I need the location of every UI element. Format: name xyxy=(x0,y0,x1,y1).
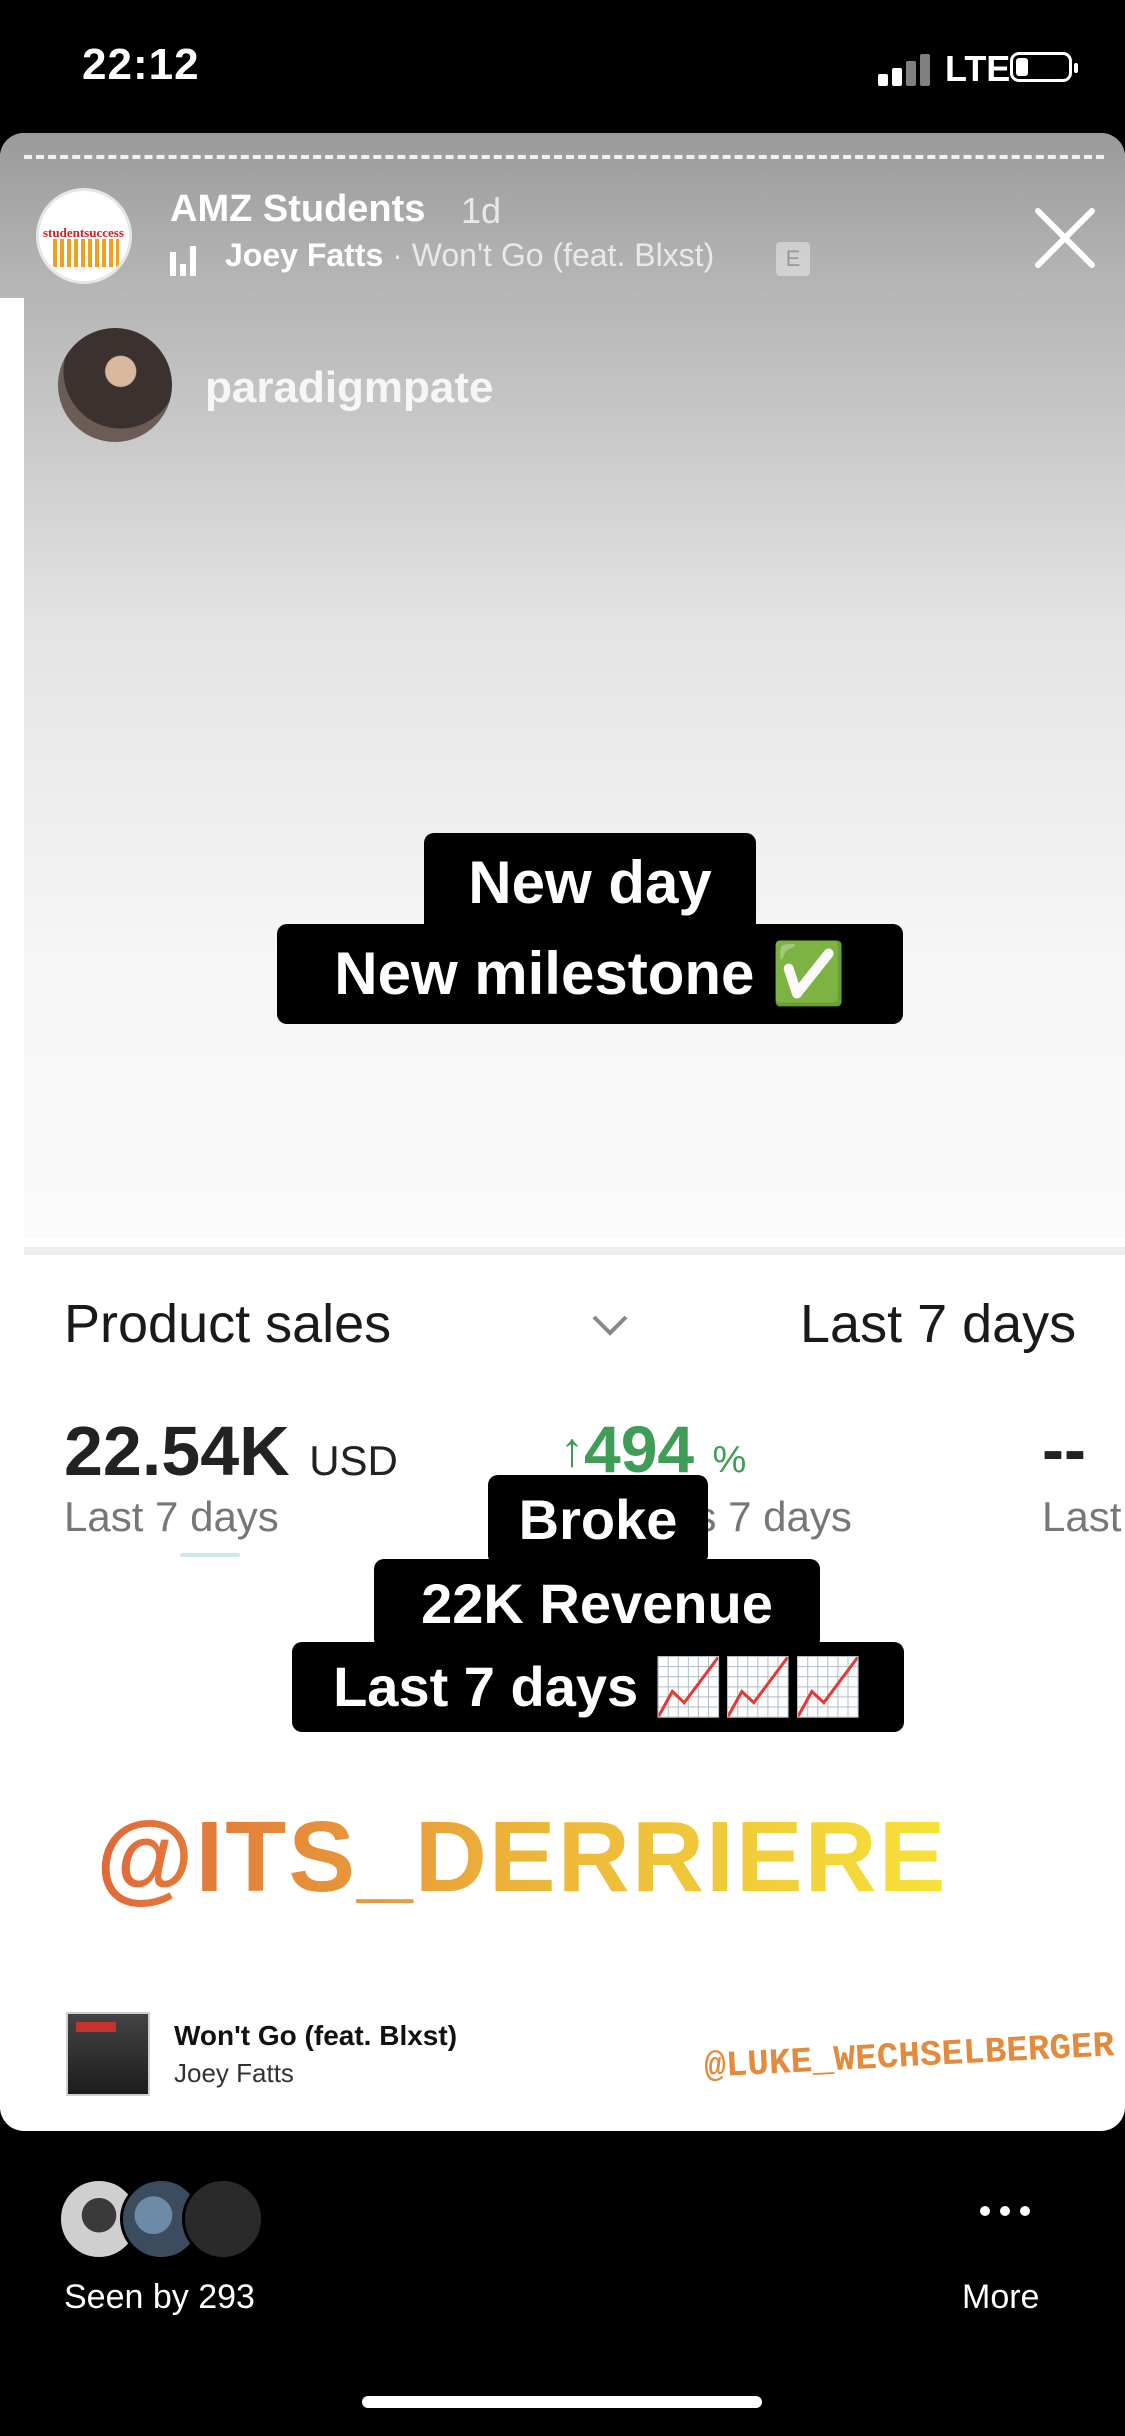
seen-by-count[interactable]: Seen by 293 xyxy=(64,2278,255,2317)
caption-last-7-days: Last 7 days 📈📈📈 xyxy=(292,1642,904,1732)
dashboard-divider xyxy=(24,1247,1125,1255)
metric-label: Product sales xyxy=(64,1294,392,1354)
music-sticker-title: Won't Go (feat. Blxst) xyxy=(174,2020,458,2051)
range-label: Last 7 days xyxy=(800,1294,1077,1354)
story-music-link[interactable]: Joey Fatts · Won't Go (feat. Blxst) xyxy=(225,237,714,274)
chevron-down-icon xyxy=(592,1315,628,1336)
account-avatar[interactable]: studentsuccess xyxy=(36,188,132,284)
story-age: 1d xyxy=(461,190,502,231)
music-sticker[interactable]: Won't Go (feat. Blxst) Joey Fatts xyxy=(64,2010,474,2102)
mention-sticker-small[interactable]: @LUKE_WECHSELBERGER xyxy=(703,2025,1115,2087)
home-indicator[interactable] xyxy=(362,2396,762,2408)
arrow-up-icon: ↑ xyxy=(560,1424,584,1477)
caption-broke: Broke xyxy=(488,1475,708,1565)
mention-sticker-large[interactable]: @ITS_DERRIERE xyxy=(96,1800,947,1915)
status-time: 22:12 xyxy=(82,40,200,89)
profile-avatar xyxy=(58,328,172,442)
music-bars-icon xyxy=(170,246,202,276)
third-metric-value: -- xyxy=(1042,1412,1086,1486)
story-header: studentsuccess AMZ Students 1d Joey Fatt… xyxy=(0,133,1125,298)
cellular-signal-icon xyxy=(878,52,934,86)
profile-username: paradigmpate xyxy=(205,363,494,412)
story-card[interactable]: studentsuccess AMZ Students 1d Joey Fatt… xyxy=(0,133,1125,2131)
album-art xyxy=(66,2012,150,2096)
third-metric-label: Last xyxy=(1042,1493,1122,1540)
music-sticker-artist: Joey Fatts xyxy=(174,2058,294,2088)
battery-icon xyxy=(1010,52,1078,82)
explicit-badge: E xyxy=(776,242,810,276)
caption-revenue: 22K Revenue xyxy=(374,1559,820,1649)
viewer-avatars[interactable] xyxy=(58,2178,298,2260)
story-progress-bar xyxy=(24,155,1104,159)
growth-unit: % xyxy=(712,1439,747,1481)
more-button[interactable]: More xyxy=(962,2278,1039,2317)
close-icon[interactable] xyxy=(1030,203,1100,273)
caption-new-day: New day xyxy=(424,833,756,933)
viewer-avatar xyxy=(182,2178,264,2260)
music-separator: · xyxy=(383,237,412,273)
more-options-icon[interactable] xyxy=(980,2206,1030,2218)
account-name[interactable]: AMZ Students xyxy=(170,188,425,231)
kpi-unit: USD xyxy=(309,1437,398,1484)
music-title: Won't Go (feat. Blxst) xyxy=(411,237,715,273)
kpi-value: 22.54K USD xyxy=(64,1412,398,1490)
music-artist: Joey Fatts xyxy=(225,237,384,273)
network-type: LTE xyxy=(945,48,1011,89)
caption-new-milestone: New milestone ✅ xyxy=(277,924,903,1024)
kpi-sub-label: Last 7 days xyxy=(64,1493,279,1540)
kpi-underline xyxy=(180,1553,240,1557)
story-background xyxy=(24,298,1125,1238)
